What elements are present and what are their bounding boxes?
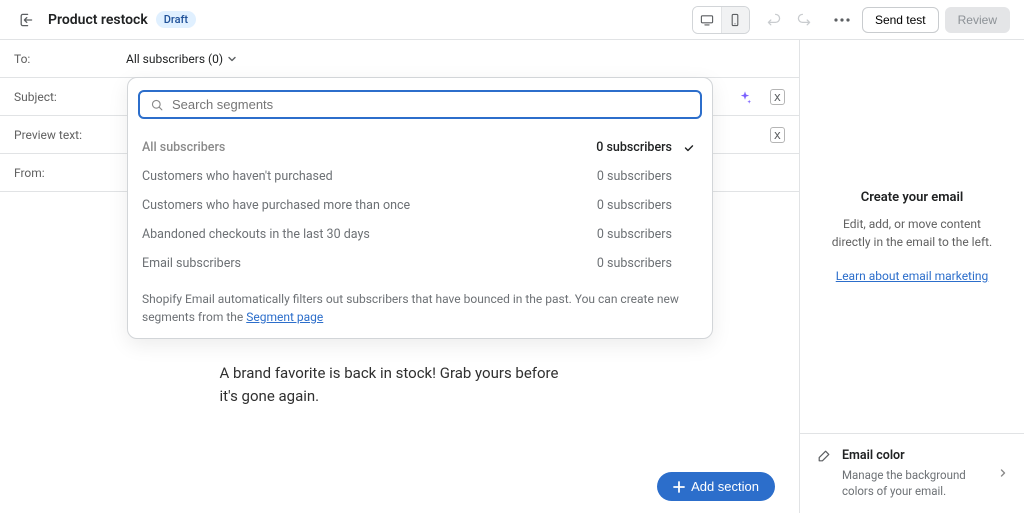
segment-count: 0 subscribers	[597, 169, 672, 184]
email-color-card[interactable]: Email color Manage the background colors…	[800, 433, 1024, 513]
segment-option[interactable]: Abandoned checkouts in the last 30 days …	[138, 220, 702, 249]
segment-count: 0 subscribers	[597, 198, 672, 213]
send-test-button[interactable]: Send test	[862, 7, 939, 33]
card-title: Email color	[842, 448, 988, 463]
paint-icon	[816, 448, 832, 499]
right-title: Create your email	[861, 190, 964, 205]
redo-button[interactable]	[796, 12, 812, 28]
check-icon	[682, 141, 698, 155]
main-editor: To: All subscribers (0) Subject: x Previ…	[0, 40, 800, 513]
segment-count: 0 subscribers	[597, 227, 672, 242]
search-icon	[150, 98, 164, 112]
ai-suggest-button[interactable]	[738, 90, 752, 104]
undo-icon	[766, 12, 782, 28]
segment-name: Customers who haven't purchased	[142, 169, 333, 184]
undo-button[interactable]	[766, 12, 782, 28]
segment-note: Shopify Email automatically filters out …	[138, 290, 702, 326]
to-dropdown[interactable]: All subscribers (0)	[126, 52, 237, 66]
more-icon	[834, 18, 850, 22]
segment-name: Email subscribers	[142, 256, 241, 271]
review-button[interactable]: Review	[945, 7, 1010, 33]
learn-marketing-link[interactable]: Learn about email marketing	[836, 269, 989, 283]
mobile-icon	[728, 13, 742, 27]
segment-name: Customers who have purchased more than o…	[142, 198, 410, 213]
email-body-text[interactable]: A brand favorite is back in stock! Grab …	[220, 362, 580, 407]
topbar: Product restock Draft Send test Review	[0, 0, 1024, 40]
top-actions: Send test Review	[692, 6, 1010, 34]
back-button[interactable]	[14, 8, 38, 32]
chevron-down-icon	[227, 54, 237, 64]
right-panel: Create your email Edit, add, or move con…	[800, 40, 1024, 513]
right-desc: Edit, add, or move content directly in t…	[826, 215, 998, 251]
insert-variable-button-2[interactable]: x	[770, 127, 785, 143]
to-label: To:	[14, 52, 126, 66]
more-actions-button[interactable]	[828, 7, 856, 33]
segment-page-link[interactable]: Segment page	[246, 310, 323, 324]
desktop-icon	[700, 13, 714, 27]
status-badge: Draft	[156, 11, 196, 28]
right-panel-info: Create your email Edit, add, or move con…	[800, 40, 1024, 433]
plus-icon	[673, 481, 685, 493]
segment-name: Abandoned checkouts in the last 30 days	[142, 227, 370, 242]
segment-popover: All subscribers 0 subscribers Customers …	[127, 77, 713, 339]
from-label: From:	[14, 166, 126, 180]
segment-note-text: Shopify Email automatically filters out …	[142, 292, 679, 324]
segment-name: All subscribers	[142, 140, 225, 155]
subject-label: Subject:	[14, 90, 126, 104]
to-value: All subscribers (0)	[126, 52, 223, 66]
to-row: To: All subscribers (0)	[0, 40, 799, 78]
segment-search[interactable]	[138, 90, 702, 119]
insert-variable-button[interactable]: x	[770, 89, 785, 105]
segment-option[interactable]: Customers who have purchased more than o…	[138, 191, 702, 220]
segment-count: 0 subscribers	[596, 140, 672, 155]
back-icon	[18, 12, 34, 28]
add-section-button[interactable]: Add section	[657, 472, 775, 501]
segment-option[interactable]: Email subscribers 0 subscribers	[138, 249, 702, 278]
mobile-view-button[interactable]	[721, 7, 749, 33]
segment-search-input[interactable]	[172, 97, 690, 112]
segment-option[interactable]: All subscribers 0 subscribers	[138, 133, 702, 162]
redo-icon	[796, 12, 812, 28]
card-desc: Manage the background colors of your ema…	[842, 467, 988, 499]
viewport-toggle	[692, 6, 750, 34]
page-title: Product restock	[48, 12, 148, 28]
segment-count: 0 subscribers	[597, 256, 672, 271]
email-content[interactable]: Look what's back A brand favorite is bac…	[190, 312, 610, 513]
undo-redo-group	[766, 12, 812, 28]
sparkle-icon	[738, 90, 752, 104]
chevron-right-icon	[998, 468, 1008, 478]
add-section-label: Add section	[691, 479, 759, 494]
preview-text-label: Preview text:	[14, 128, 126, 142]
segment-option[interactable]: Customers who haven't purchased 0 subscr…	[138, 162, 702, 191]
desktop-view-button[interactable]	[693, 7, 721, 33]
